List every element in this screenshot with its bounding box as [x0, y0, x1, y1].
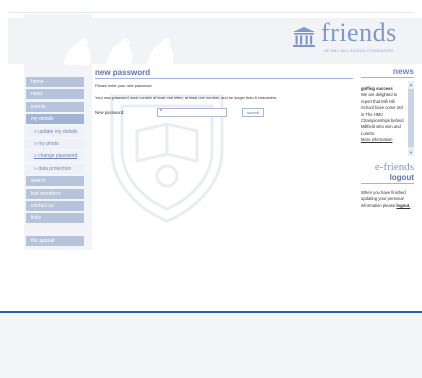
nav-sub-data-protection[interactable]: » data protection [26, 163, 84, 174]
news-scrollbar[interactable]: ▲ ▼ [408, 81, 414, 156]
news-more-link[interactable]: More information [361, 137, 405, 143]
footer [0, 313, 422, 378]
scroll-down-icon[interactable]: ▼ [408, 149, 414, 156]
nav-sub-label: change password [38, 153, 78, 160]
logout-heading: logout [389, 173, 414, 182]
right-column: news golfing success We are delighted to… [361, 66, 414, 209]
nav-sub-update-my-details[interactable]: » update my details [26, 126, 84, 137]
scroll-thumb[interactable] [408, 89, 414, 147]
news-box: golfing success We are delighted to repo… [361, 81, 414, 156]
nav-item-contact-us[interactable]: contact us [26, 200, 84, 211]
title-divider [95, 78, 353, 79]
logout-divider [361, 183, 414, 184]
nav-item-my-details[interactable]: my details [26, 114, 84, 125]
efriends-heading: e-friends [374, 161, 414, 173]
nav-sub-change-password[interactable]: » change password [26, 151, 84, 162]
nav-item-home[interactable]: home [26, 77, 84, 87]
nav-sub-label: data protection [38, 165, 72, 172]
page-title: new password [95, 68, 151, 77]
new-password-label: New password: [95, 110, 125, 115]
nav-item-links[interactable]: links [26, 213, 84, 224]
nav-item-search[interactable]: search [26, 176, 84, 187]
brand-wordmark: friends [321, 18, 397, 47]
logout-link[interactable]: logout. [396, 203, 410, 208]
news-heading: news [392, 66, 414, 76]
nav-item-lost-members[interactable]: lost members [26, 188, 84, 199]
nav-sub-my-photo[interactable]: » my photo [26, 138, 84, 149]
nav-item-the-appeal[interactable]: the appeal [26, 235, 84, 246]
nav-item-events[interactable]: events [26, 101, 84, 112]
news-content: golfing success We are delighted to repo… [361, 81, 405, 144]
password-rule-text: Your new password must contain at least … [95, 95, 278, 100]
news-body: We are delighted to report that Mill Hil… [361, 92, 404, 136]
nav-item-news[interactable]: news [26, 89, 84, 100]
password-form: New password: * submit [95, 107, 355, 119]
logout-message: When you have finished updating your per… [361, 190, 414, 209]
top-divider [8, 12, 414, 13]
nav-sub-label: my photo [38, 140, 59, 147]
building-pillar-icon [293, 27, 315, 47]
nav-sub-label: update my details [38, 128, 78, 135]
new-password-field[interactable]: * [157, 108, 227, 117]
brand-subtitle: OF MILL HILL SCHOOL FOUNDATION [324, 49, 393, 53]
news-divider [361, 77, 414, 78]
scroll-up-icon[interactable]: ▲ [408, 81, 414, 88]
main-content: new password Please enter your new passw… [95, 68, 355, 119]
intro-text: Please enter your new password. [95, 83, 153, 88]
friends-brand[interactable]: friends OF MILL HILL SCHOOL FOUNDATION [292, 18, 412, 60]
submit-button[interactable]: submit [242, 108, 264, 117]
sidebar-nav: home news events my details » update my … [26, 77, 84, 248]
bird-silhouettes-icon [64, 38, 174, 66]
